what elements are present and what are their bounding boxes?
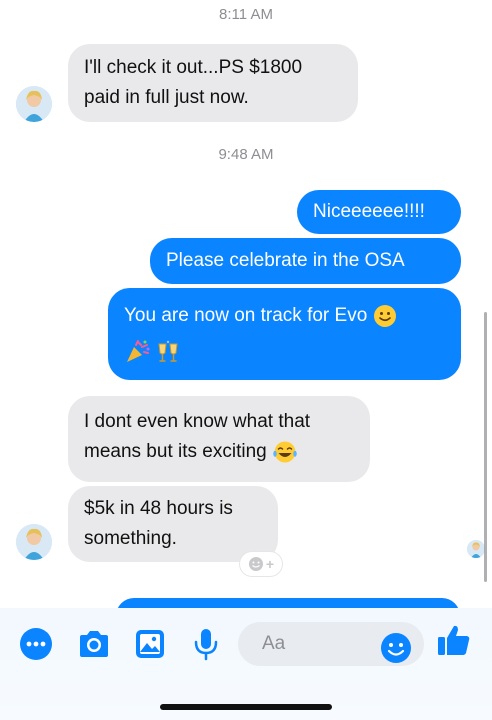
thumbs-up-icon (438, 625, 470, 655)
message-incoming[interactable]: $5k in 48 hours is something. (68, 486, 278, 562)
message-text: I'll check it out...PS $1800 (84, 57, 303, 78)
plus-label: + (265, 556, 275, 572)
camera-icon (80, 631, 108, 657)
message-text: Niceeeeee!!!! (313, 201, 425, 222)
message-outgoing[interactable]: You are now on track for Evo (108, 288, 461, 380)
more-icon (20, 628, 52, 660)
message-text: something. (84, 528, 177, 549)
party-popper-icon (127, 339, 150, 362)
like-button[interactable] (436, 622, 472, 658)
contact-avatar[interactable] (16, 524, 52, 560)
message-text: I dont even know what that (84, 411, 311, 432)
message-text: You are now on track for Evo (124, 305, 368, 326)
voice-button[interactable] (188, 626, 224, 662)
message-incoming[interactable]: I dont even know what that means but its… (68, 396, 370, 482)
scrollbar[interactable] (484, 312, 487, 582)
message-text: $5k in 48 hours is (84, 498, 233, 519)
timestamp: 9:48 AM (218, 146, 274, 163)
home-indicator[interactable] (160, 704, 332, 710)
message-outgoing[interactable]: Please celebrate in the OSA (150, 238, 461, 284)
microphone-icon (194, 629, 218, 661)
contact-avatar[interactable] (16, 86, 52, 122)
gallery-icon (136, 630, 164, 658)
emoji-icon (381, 633, 411, 663)
smiley-icon (248, 557, 263, 571)
emoji-button[interactable] (378, 630, 414, 666)
add-reaction-button[interactable]: + (240, 552, 282, 576)
message-text: Please celebrate in the OSA (166, 250, 405, 271)
message-incoming[interactable]: I'll check it out...PS $1800 paid in ful… (68, 44, 358, 122)
read-receipt-avatar (467, 540, 485, 558)
slightly-smiling-face-icon (373, 304, 396, 327)
message-text: means but its exciting (84, 441, 267, 462)
message-text: paid in full just now. (84, 87, 249, 108)
gallery-button[interactable] (132, 626, 168, 662)
clinking-glasses-icon (158, 340, 178, 362)
more-button[interactable] (18, 626, 54, 662)
message-input-placeholder: Aa (262, 633, 286, 654)
face-with-tears-of-joy-icon (273, 441, 297, 463)
message-outgoing[interactable]: Niceeeeee!!!! (297, 190, 461, 234)
timestamp: 8:11 AM (219, 6, 273, 23)
camera-button[interactable] (76, 626, 112, 662)
